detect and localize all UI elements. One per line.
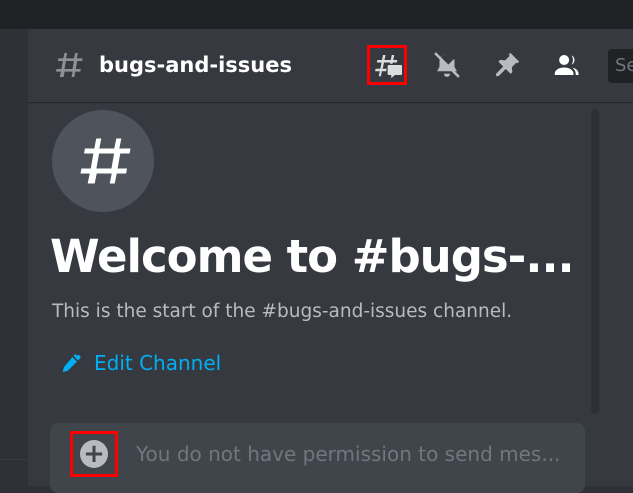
window-titlebar <box>0 0 633 29</box>
welcome-title: Welcome to #bugs-... <box>50 230 575 283</box>
threads-icon <box>375 55 402 79</box>
chat-area: bugs-and-issues Se Welcome to #bugs-... … <box>28 29 633 493</box>
edit-channel-link[interactable]: Edit Channel <box>61 349 221 377</box>
channel-start-text: This is the start of the #bugs-and-issue… <box>52 301 513 322</box>
members-icon <box>554 55 579 75</box>
pinned-messages-button[interactable] <box>490 48 524 82</box>
channel-hash-icon <box>80 138 131 184</box>
channel-hash-icon <box>56 53 83 77</box>
pencil-icon <box>62 354 81 373</box>
channel-avatar <box>52 110 154 212</box>
search-input[interactable]: Se <box>608 49 633 83</box>
attach-button[interactable]: + <box>70 431 118 477</box>
message-composer: + <box>50 423 585 493</box>
channel-sidebar-edge <box>0 29 29 486</box>
scrollbar[interactable] <box>591 109 599 414</box>
sidebar-divider <box>0 459 28 460</box>
notification-settings-button[interactable] <box>430 48 464 82</box>
member-list-button[interactable] <box>549 48 583 82</box>
message-input[interactable] <box>136 437 576 471</box>
threads-button[interactable] <box>367 45 407 85</box>
edit-channel-label: Edit Channel <box>94 351 222 375</box>
pin-icon <box>496 52 520 77</box>
plus-circle-icon: + <box>80 440 108 468</box>
channel-name: bugs-and-issues <box>99 53 292 77</box>
notification-muted-icon <box>434 52 460 78</box>
channel-header: bugs-and-issues Se <box>28 29 633 102</box>
